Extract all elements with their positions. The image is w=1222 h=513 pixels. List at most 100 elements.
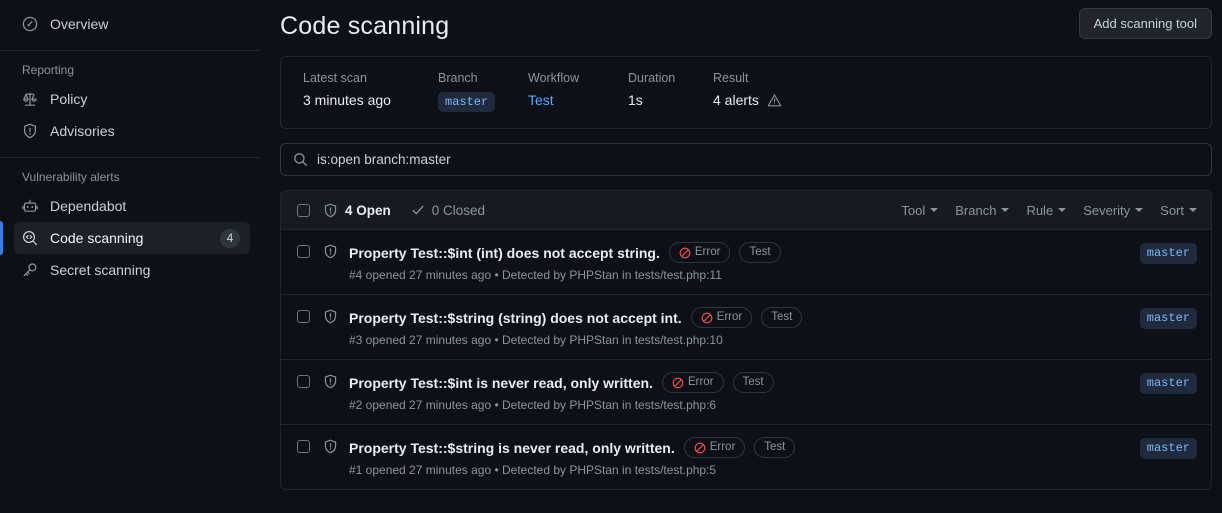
sidebar-item-label: Code scanning	[50, 230, 144, 246]
row-branch-tag[interactable]: master	[1139, 438, 1197, 459]
filter-rule[interactable]: Rule	[1026, 202, 1067, 218]
table-row[interactable]: Property Test::$int is never read, only …	[281, 360, 1211, 426]
summary-value: master	[438, 92, 528, 113]
search-input[interactable]	[317, 152, 1199, 168]
key-icon	[22, 262, 38, 278]
alert-title-link[interactable]: Property Test::$string is never read, on…	[349, 440, 675, 456]
scan-summary-panel: Latest scan 3 minutes ago Branch master …	[280, 56, 1212, 130]
sidebar: Overview Reporting Policy Advisories Vul…	[0, 0, 260, 513]
closed-filter[interactable]: 0 Closed	[411, 203, 485, 218]
error-circle-slash-icon	[679, 247, 691, 259]
sidebar-divider-1	[0, 50, 260, 51]
warning-triangle-icon	[767, 93, 782, 108]
tool-badge: Test	[754, 437, 796, 459]
alert-title-link[interactable]: Property Test::$string (string) does not…	[349, 310, 682, 326]
row-branch-tag[interactable]: master	[1139, 373, 1197, 394]
sidebar-item-policy[interactable]: Policy	[14, 83, 250, 115]
alerts-toolbar: 4 Open 0 Closed Tool Branch Rule Severit…	[281, 191, 1211, 231]
error-circle-slash-icon	[672, 377, 684, 389]
search-icon	[293, 152, 308, 167]
code-search-icon	[22, 230, 38, 246]
table-row[interactable]: Property Test::$string is never read, on…	[281, 425, 1211, 490]
summary-value: 4 alerts	[713, 92, 782, 108]
tool-badge: Test	[739, 242, 781, 264]
summary-label: Result	[713, 71, 749, 85]
filter-tool[interactable]: Tool	[901, 203, 939, 218]
sidebar-item-overview[interactable]: Overview	[14, 8, 250, 40]
add-scanning-tool-button[interactable]: Add scanning tool	[1078, 8, 1212, 39]
sidebar-item-secret-scanning[interactable]: Secret scanning	[14, 254, 250, 286]
severity-label: Error	[687, 376, 714, 389]
filter-label: Sort	[1160, 202, 1184, 218]
alerts-table: 4 Open 0 Closed Tool Branch Rule Severit…	[280, 190, 1212, 491]
alert-title-link[interactable]: Property Test::$int is never read, only …	[349, 375, 653, 391]
chevron-down-icon	[1001, 208, 1010, 213]
sidebar-item-label: Dependabot	[50, 198, 127, 214]
row-checkbox[interactable]	[297, 375, 310, 389]
row-heading: Property Test::$string (string) does not…	[349, 307, 1130, 329]
alert-title-link[interactable]: Property Test::$int (int) does not accep…	[349, 245, 660, 261]
summary-label: Branch	[438, 71, 478, 85]
open-count-label: 4 Open	[345, 202, 391, 218]
filter-label: Rule	[1026, 202, 1054, 218]
table-row[interactable]: Property Test::$int (int) does not accep…	[281, 230, 1211, 296]
row-body: Property Test::$int (int) does not accep…	[349, 242, 1130, 282]
check-icon	[411, 203, 425, 217]
chevron-down-icon	[1058, 208, 1067, 213]
result-alerts-text: 4 alerts	[713, 92, 759, 108]
sidebar-item-advisories[interactable]: Advisories	[14, 115, 250, 147]
summary-latest-scan: Latest scan 3 minutes ago	[303, 71, 438, 112]
severity-badge: Error	[661, 372, 724, 394]
severity-badge: Error	[683, 437, 746, 459]
row-branch-tag[interactable]: master	[1139, 308, 1197, 329]
summary-value: 3 minutes ago	[303, 92, 391, 108]
workflow-link[interactable]: Test	[528, 92, 554, 108]
filter-label: Branch	[955, 202, 997, 218]
sidebar-item-code-scanning[interactable]: Code scanning 4	[0, 221, 250, 255]
summary-value: 1s	[628, 92, 643, 108]
sidebar-item-label: Advisories	[50, 123, 115, 139]
severity-label: Error	[709, 441, 736, 454]
search-bar[interactable]	[280, 143, 1212, 177]
branch-tag[interactable]: master	[438, 92, 496, 113]
alert-meta: #2 opened 27 minutes ago • Detected by P…	[349, 398, 717, 413]
chevron-down-icon	[1135, 208, 1144, 213]
summary-label: Workflow	[528, 71, 580, 85]
select-all-checkbox[interactable]	[297, 203, 310, 217]
shield-alert-icon	[323, 309, 338, 324]
sidebar-item-dependabot[interactable]: Dependabot	[14, 190, 250, 222]
filter-severity[interactable]: Severity	[1083, 202, 1144, 218]
row-branch-tag[interactable]: master	[1139, 243, 1197, 264]
severity-label: Error	[694, 246, 721, 259]
shield-alert-icon	[22, 123, 38, 139]
law-scales-icon	[22, 91, 38, 107]
page-header: Code scanning Add scanning tool	[280, 0, 1212, 54]
tool-badge: Test	[732, 372, 774, 394]
row-checkbox[interactable]	[297, 310, 310, 324]
row-checkbox[interactable]	[297, 245, 310, 259]
meter-icon	[22, 16, 38, 32]
summary-label: Duration	[628, 71, 676, 85]
code-scanning-count-badge: 4	[220, 228, 240, 248]
filter-label: Severity	[1083, 202, 1131, 218]
alert-meta: #3 opened 27 minutes ago • Detected by P…	[349, 333, 723, 348]
main-content: Code scanning Add scanning tool Latest s…	[260, 0, 1222, 513]
table-row[interactable]: Property Test::$string (string) does not…	[281, 295, 1211, 361]
filter-sort[interactable]: Sort	[1160, 203, 1197, 218]
row-body: Property Test::$string (string) does not…	[349, 307, 1130, 347]
shield-alert-icon	[323, 374, 338, 389]
closed-count-label: 0 Closed	[431, 202, 486, 218]
filter-branch[interactable]: Branch	[955, 202, 1010, 218]
summary-branch: Branch master	[438, 71, 528, 113]
open-filter[interactable]: 4 Open	[323, 203, 391, 218]
row-checkbox[interactable]	[297, 440, 310, 454]
sidebar-item-label: Secret scanning	[50, 262, 151, 278]
sidebar-item-label: Overview	[50, 16, 109, 32]
summary-result: Result 4 alerts	[713, 71, 782, 112]
severity-badge: Error	[668, 242, 731, 264]
filter-group: Tool Branch Rule Severity Sort	[901, 203, 1197, 218]
row-body: Property Test::$int is never read, only …	[349, 372, 1130, 412]
summary-label: Latest scan	[303, 71, 367, 85]
tool-badge: Test	[761, 307, 803, 329]
shield-alert-icon	[323, 203, 338, 218]
